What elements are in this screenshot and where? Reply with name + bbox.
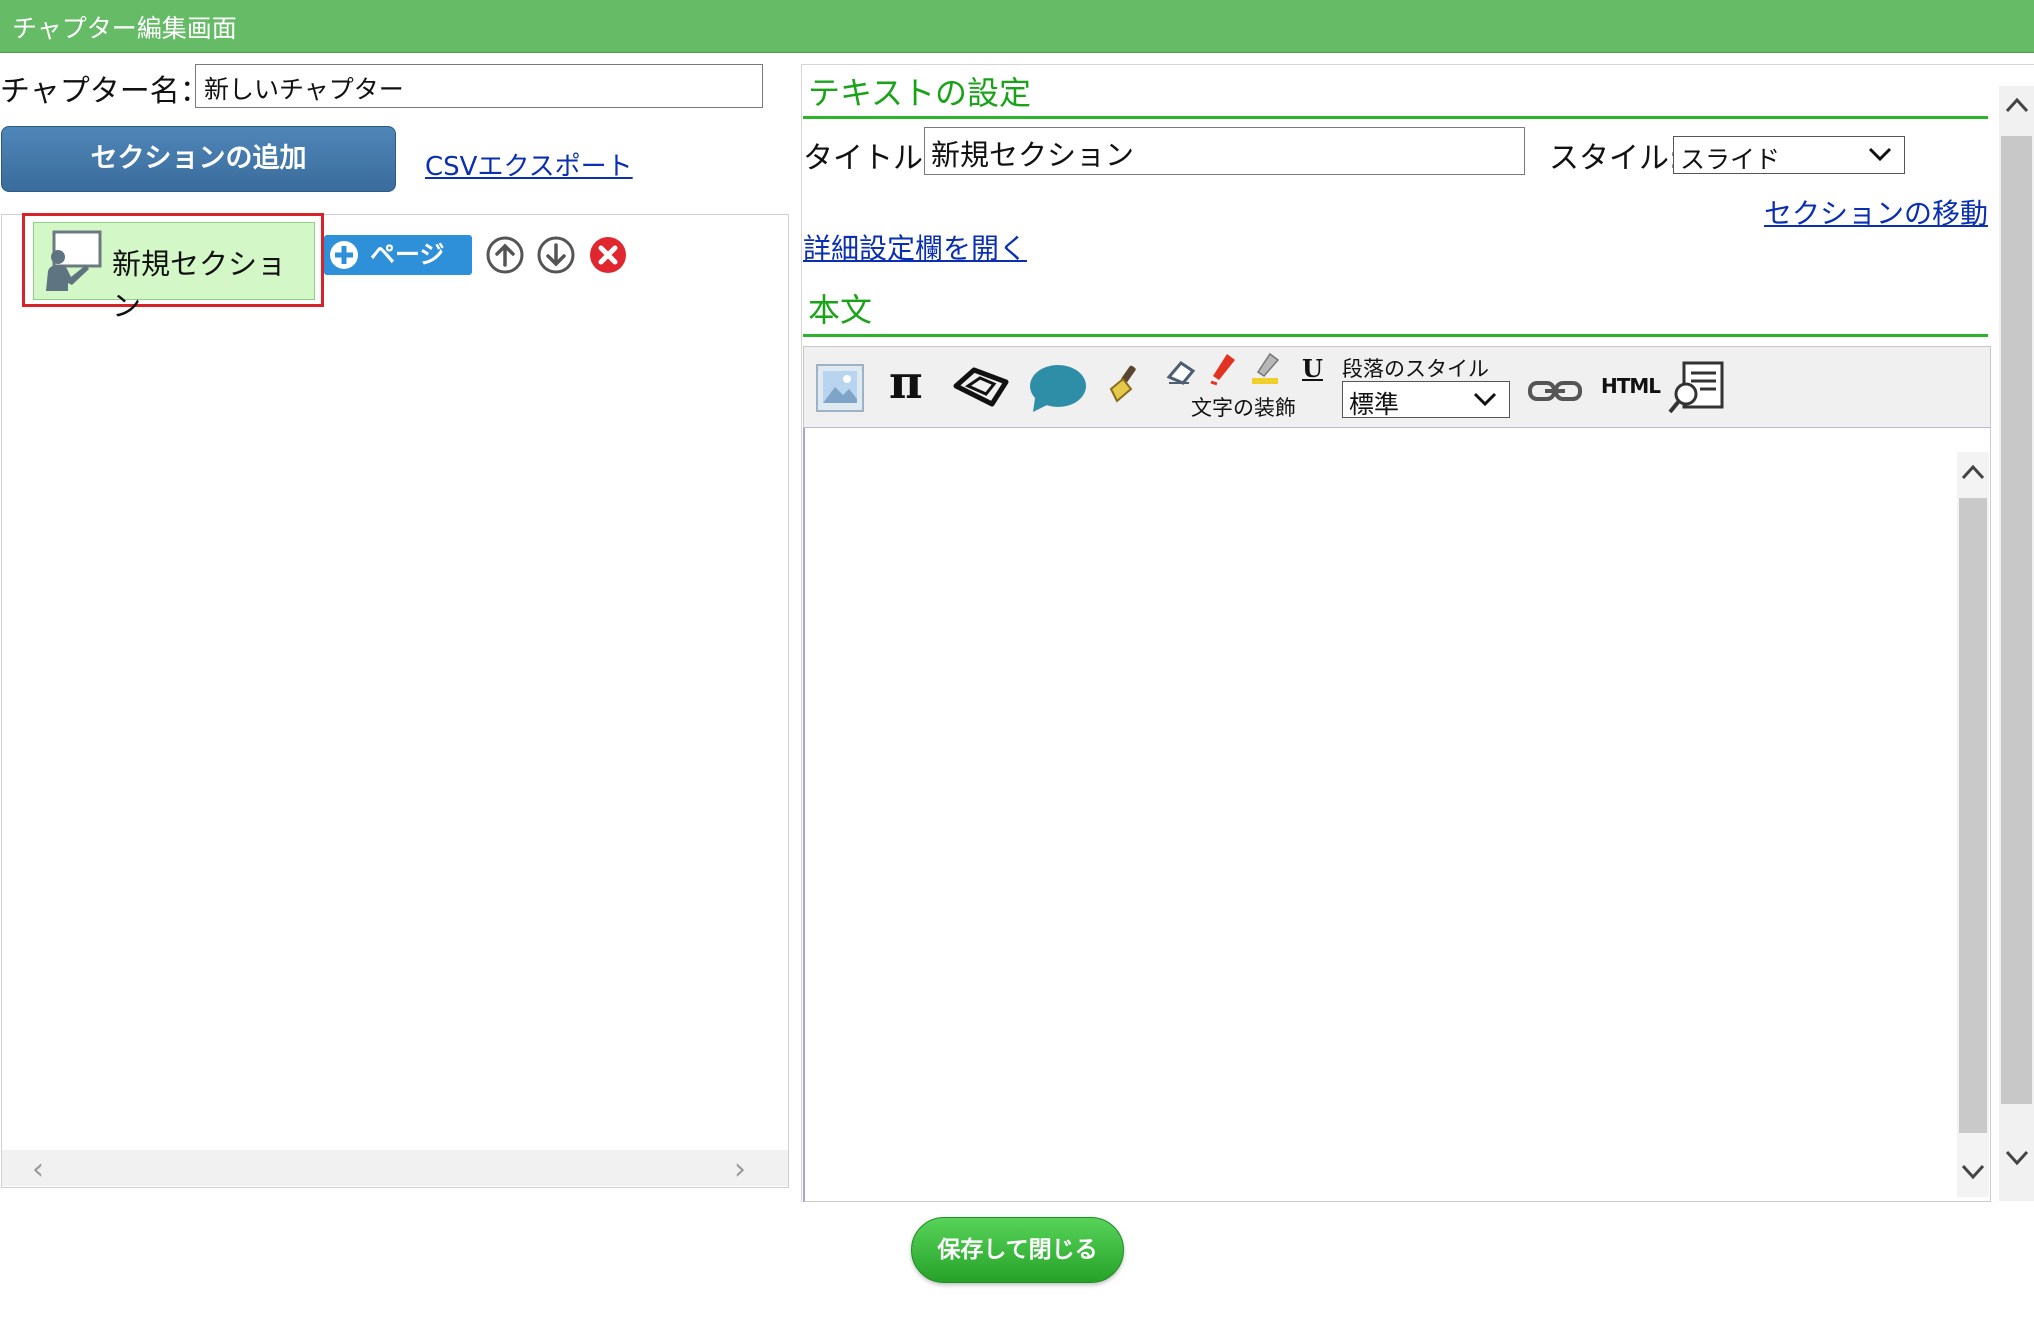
chapter-name-input[interactable]: 新しいチャプター bbox=[195, 64, 763, 108]
text-decoration-label: 文字の装飾 bbox=[1191, 396, 1296, 420]
section-title-input[interactable]: 新規セクション bbox=[924, 127, 1525, 175]
eraser-icon[interactable] bbox=[1165, 355, 1197, 387]
text-settings-heading: テキストの設定 bbox=[808, 74, 1032, 112]
move-section-link[interactable]: セクションの移動 bbox=[1764, 192, 1988, 232]
math-pi-icon[interactable]: π bbox=[889, 355, 923, 409]
move-up-icon[interactable] bbox=[485, 235, 525, 275]
presenter-icon bbox=[46, 230, 102, 291]
panel-scroll-down-icon[interactable] bbox=[2004, 1143, 2030, 1178]
shape-icon[interactable] bbox=[952, 364, 1010, 410]
style-select-value: スライド bbox=[1680, 145, 1781, 174]
style-label: スタイル: bbox=[1549, 141, 1680, 176]
title-label: タイトル: bbox=[803, 141, 934, 176]
delete-icon[interactable] bbox=[588, 235, 628, 275]
link-icon[interactable] bbox=[1527, 377, 1583, 405]
body-heading: 本文 bbox=[808, 291, 873, 329]
csv-export-link[interactable]: CSVエクスポート bbox=[425, 146, 633, 183]
editor-scroll-down-icon[interactable] bbox=[1960, 1160, 1986, 1188]
underline-icon[interactable]: U bbox=[1302, 354, 1323, 383]
section-node-body[interactable]: 新規セクション bbox=[33, 222, 315, 323]
brush-icon[interactable] bbox=[1105, 363, 1143, 405]
add-section-button[interactable]: セクションの追加 bbox=[1, 126, 396, 192]
plus-circle-icon bbox=[330, 241, 358, 269]
editor-scroll-up-icon[interactable] bbox=[1960, 460, 1986, 488]
paragraph-style-select[interactable]: 標準 bbox=[1342, 381, 1510, 419]
paragraph-style-label: 段落のスタイル bbox=[1342, 357, 1489, 381]
save-and-close-button[interactable]: 保存して閉じる bbox=[911, 1217, 1124, 1283]
chapter-name-label: チャプター名： bbox=[0, 74, 210, 109]
move-down-icon[interactable] bbox=[536, 235, 576, 275]
body-text-editor[interactable] bbox=[803, 428, 1991, 1202]
marker-icon[interactable] bbox=[1250, 352, 1284, 386]
tree-horizontal-scrollbar[interactable]: ‹ › bbox=[2, 1150, 788, 1187]
preview-search-icon[interactable] bbox=[1666, 360, 1728, 418]
style-select[interactable]: スライド bbox=[1673, 136, 1905, 174]
window-title: チャプター編集画面 bbox=[12, 14, 237, 43]
scroll-left-icon[interactable]: ‹ bbox=[32, 1152, 44, 1187]
chevron-down-icon bbox=[1473, 392, 1497, 407]
panel-scroll-thumb[interactable] bbox=[2001, 136, 2032, 1104]
highlighter-icon[interactable] bbox=[1207, 352, 1239, 386]
scroll-right-icon[interactable]: › bbox=[734, 1152, 746, 1187]
section-node-label: 新規セクション bbox=[112, 247, 287, 323]
panel-scroll-up-icon[interactable] bbox=[2004, 90, 2030, 125]
paragraph-style-value: 標準 bbox=[1349, 390, 1400, 419]
image-icon[interactable] bbox=[815, 363, 865, 413]
add-page-label: ページ bbox=[370, 240, 445, 269]
add-page-button[interactable]: ページ bbox=[324, 235, 472, 275]
html-source-button[interactable]: HTML bbox=[1601, 374, 1661, 398]
window-titlebar: チャプター編集画面 bbox=[0, 0, 2034, 53]
detail-settings-link[interactable]: 詳細設定欄を開く bbox=[803, 227, 1027, 267]
editor-scroll-thumb[interactable] bbox=[1959, 498, 1987, 1133]
body-divider bbox=[803, 334, 1988, 337]
speech-bubble-icon[interactable] bbox=[1027, 362, 1087, 414]
section-tree-panel bbox=[1, 214, 789, 1188]
section-node-selected[interactable]: 新規セクション bbox=[22, 213, 324, 323]
chevron-down-icon bbox=[1868, 147, 1892, 162]
heading-divider bbox=[803, 116, 1988, 119]
